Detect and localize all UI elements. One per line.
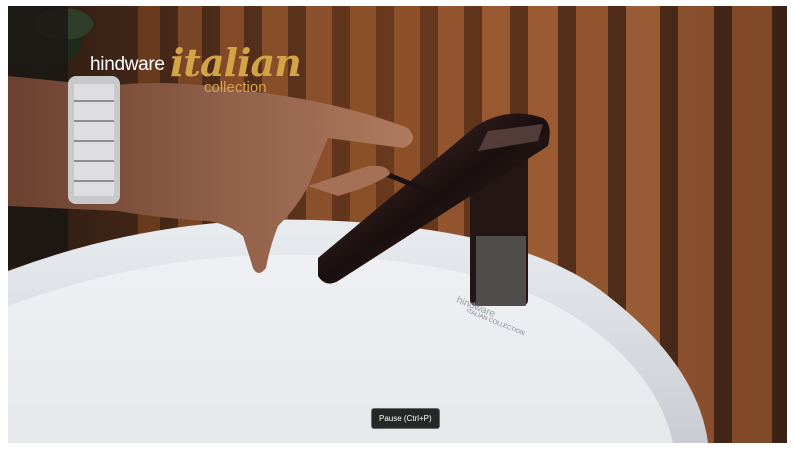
brand-logo: hindware italian collection <box>90 40 302 106</box>
logo-brand-text: hindware <box>90 54 165 75</box>
logo-subtitle-text: collection <box>204 79 267 96</box>
pause-tooltip: Pause (Ctrl+P) <box>371 408 440 429</box>
video-player[interactable]: hindware ITALIAN COLLECTION hindware ita… <box>8 6 787 443</box>
